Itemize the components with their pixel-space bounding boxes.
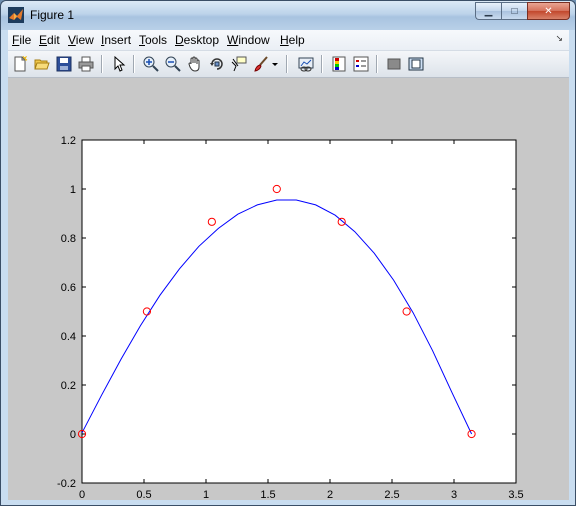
open-file-icon: [34, 59, 50, 70]
maximize-button[interactable]: □: [501, 2, 527, 20]
x-tick-label: 2: [327, 489, 333, 500]
hide-plot-tools-button[interactable]: [384, 54, 404, 74]
axes-background[interactable]: [81, 139, 517, 484]
menu-file[interactable]: File: [12, 33, 31, 47]
legend-button[interactable]: [351, 54, 371, 74]
close-button[interactable]: ✕: [527, 2, 570, 20]
y-tick-label: 0: [70, 429, 76, 441]
figure-window: Figure 1 ▁ □ ✕ File Edit View Insert Too…: [0, 0, 576, 506]
x-tick-label: 1.5: [260, 489, 275, 500]
menu-window[interactable]: Window: [227, 33, 270, 47]
print-button[interactable]: [76, 54, 96, 74]
link-plot-icon: [298, 57, 314, 72]
data-cursor-icon: [231, 56, 247, 72]
colorbar-icon: [332, 56, 346, 72]
x-tick-label: 3.5: [508, 489, 523, 500]
save-button[interactable]: [54, 54, 74, 74]
zoom-in-icon: [143, 56, 159, 72]
show-plot-tools-icon: [408, 57, 424, 71]
hide-plot-tools-icon: [387, 58, 401, 70]
legend-icon: [353, 56, 369, 72]
y-tick-label: 1: [70, 184, 76, 196]
colorbar-button[interactable]: [329, 54, 349, 74]
toolbar-separator: [101, 55, 103, 73]
pan-button[interactable]: [185, 54, 205, 74]
brush-button[interactable]: [251, 54, 271, 74]
show-plot-tools-button[interactable]: [406, 54, 426, 74]
menu-insert[interactable]: Insert: [101, 33, 131, 47]
toolbar-separator: [286, 55, 288, 73]
save-icon: [56, 56, 72, 72]
y-tick-label: 0.6: [61, 282, 76, 294]
dock-arrow-icon[interactable]: ↘: [555, 33, 563, 44]
title-bar[interactable]: Figure 1 ▁ □ ✕: [1, 1, 575, 30]
x-tick-label: 1: [203, 489, 209, 500]
minimize-button[interactable]: ▁: [475, 2, 501, 20]
zoom-out-button[interactable]: [163, 54, 183, 74]
minimize-icon: ▁: [484, 5, 493, 17]
x-tick-label: 0.5: [136, 489, 151, 500]
maximize-icon: □: [511, 5, 518, 17]
menu-help[interactable]: Help: [280, 33, 305, 47]
figure-client-area: File Edit View Insert Tools Desktop Wind…: [8, 30, 569, 501]
link-plot-button[interactable]: [296, 54, 316, 74]
figure-canvas[interactable]: -0.2 0 0.2 0.4 0.6 0.8 1 1.2 0 0.5 1 1.5 2 2.5 3 3.5: [8, 78, 569, 501]
toolbar-separator: [133, 55, 135, 73]
menu-edit[interactable]: Edit: [39, 33, 60, 47]
menu-view[interactable]: View: [68, 33, 94, 47]
x-tick-label: 2.5: [384, 489, 399, 500]
y-tick-label: 0.2: [61, 380, 76, 392]
window-title: Figure 1: [30, 8, 75, 22]
new-figure-button[interactable]: [10, 54, 30, 74]
data-cursor-button[interactable]: [229, 54, 249, 74]
brush-dropdown-button[interactable]: [270, 54, 280, 74]
zoom-out-icon: [165, 56, 181, 72]
open-file-button[interactable]: [32, 54, 52, 74]
pan-hand-icon: [188, 56, 200, 72]
x-tick-label: 3: [451, 489, 457, 500]
brush-icon: [254, 56, 268, 72]
x-tick-label: 0: [79, 489, 85, 500]
print-icon: [78, 56, 94, 72]
y-tick-label: 0.8: [61, 233, 76, 245]
new-figure-icon: [14, 56, 28, 72]
close-icon: ✕: [544, 5, 553, 17]
plot-svg: -0.200.20.40.60.811.2 0 0.5 1 1.5 2 2.5 3 3.5: [57, 135, 524, 501]
brush-dropdown-icon: [272, 63, 278, 66]
figure-toolbar: [8, 51, 569, 78]
toolbar-separator: [376, 55, 378, 73]
menu-tools[interactable]: Tools: [139, 33, 167, 47]
y-tick-label: -0.2: [57, 478, 76, 490]
zoom-in-button[interactable]: [141, 54, 161, 74]
edit-plot-button[interactable]: [109, 54, 129, 74]
toolbar-separator: [321, 55, 323, 73]
edit-plot-arrow-icon: [114, 56, 126, 72]
matlab-logo-icon: [8, 7, 24, 23]
y-tick-label: 1.2: [61, 135, 76, 147]
menu-desktop[interactable]: Desktop: [175, 33, 219, 47]
rotate-3d-button[interactable]: [207, 54, 227, 74]
rotate-3d-icon: [210, 58, 223, 70]
y-tick-label: 0.4: [61, 331, 76, 343]
menu-bar: File Edit View Insert Tools Desktop Wind…: [8, 30, 569, 51]
